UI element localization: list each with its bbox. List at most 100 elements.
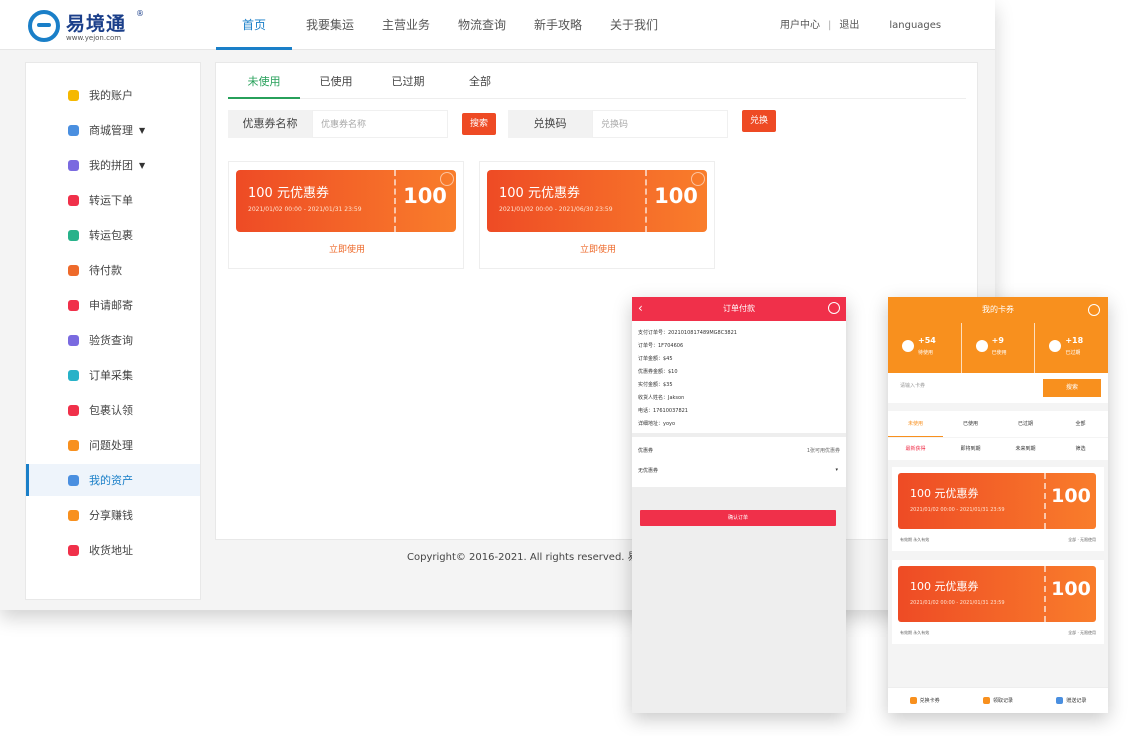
subtab-expiring[interactable]: 即将到期 bbox=[943, 438, 998, 460]
coupon-select[interactable]: 无优惠券 bbox=[638, 467, 838, 474]
sidebar-item-claim[interactable]: 包裹认领 bbox=[26, 394, 200, 426]
sidebar-item-label: 转运下单 bbox=[89, 194, 133, 207]
sidebar-item-shop[interactable]: 商城管理 ▼ bbox=[26, 114, 200, 146]
coupon-divider bbox=[645, 170, 647, 232]
coupon-name-input[interactable]: 优惠券名称 bbox=[312, 110, 448, 138]
bottom-label: 领取记录 bbox=[992, 698, 1013, 704]
coupon-divider bbox=[394, 170, 396, 232]
sidebar-item-issue[interactable]: 问题处理 bbox=[26, 429, 200, 461]
user-center-link[interactable]: 用户中心 bbox=[780, 0, 820, 50]
coupon-name-label: 优惠券名称 bbox=[228, 110, 312, 138]
tab-expired[interactable]: 已过期 bbox=[998, 411, 1053, 437]
stat-used[interactable]: +9 已使用 bbox=[960, 323, 1035, 373]
site-logo[interactable]: 易境通 ® www.yejon.com bbox=[28, 8, 148, 44]
redeem-code-input[interactable]: 兑换码 bbox=[592, 110, 728, 138]
tab-all[interactable]: 全部 bbox=[444, 63, 516, 99]
tab-expired[interactable]: 已过期 bbox=[372, 63, 444, 99]
card-search-input[interactable]: 请输入卡券 bbox=[900, 382, 925, 389]
use-now-link[interactable]: 立即使用 bbox=[480, 242, 716, 255]
composite-screenshot: 易境通 ® www.yejon.com 首页 我要集运 主营业务 物流查询 新手… bbox=[0, 0, 1130, 736]
nav-home[interactable]: 首页 bbox=[216, 0, 292, 50]
sidebar-item-label: 验货查询 bbox=[89, 334, 133, 347]
sidebar-item-inspect[interactable]: 验货查询 bbox=[26, 324, 200, 356]
coupon-ticket-left: 100 元优惠券 2021/01/02 00:00 - 2021/06/30 2… bbox=[487, 170, 645, 232]
logo-e-icon bbox=[28, 10, 60, 42]
order-info-row: 订单号：1F704606 bbox=[638, 343, 684, 349]
tab-unused[interactable]: 未使用 bbox=[888, 411, 943, 437]
nav-about[interactable]: 关于我们 bbox=[596, 0, 672, 50]
sidebar-item-order[interactable]: 转运下单 bbox=[26, 184, 200, 216]
sidebar-item-label: 我的账户 bbox=[89, 89, 133, 102]
sidebar-item-share[interactable]: 分享赚钱 bbox=[26, 499, 200, 531]
logout-link[interactable]: 退出 bbox=[839, 0, 859, 50]
sidebar-item-address[interactable]: 收货地址 bbox=[26, 534, 200, 566]
user-links: 用户中心 | 退出 languages bbox=[780, 0, 941, 50]
stat-value: +18 bbox=[1065, 336, 1084, 345]
languages-link[interactable]: languages bbox=[889, 0, 941, 50]
order-info-row: 优惠券金额：$10 bbox=[638, 369, 678, 375]
back-arrow-icon[interactable]: ‹ bbox=[638, 297, 643, 319]
coupon-title: 100 元优惠券 bbox=[248, 186, 329, 201]
link-separator: | bbox=[828, 20, 832, 31]
nav-consolidation[interactable]: 我要集运 bbox=[292, 0, 368, 50]
sidebar-item-group[interactable]: 我的拼团 ▼ bbox=[26, 149, 200, 181]
stat-pending[interactable]: +54 待使用 bbox=[888, 323, 961, 373]
coupon-ticket: 100 元优惠券 2021/01/02 00:00 - 2021/01/31 2… bbox=[898, 473, 1096, 529]
nav-tracking[interactable]: 物流查询 bbox=[444, 0, 520, 50]
order-info-row: 实付金额：$35 bbox=[638, 382, 673, 388]
tab-used[interactable]: 已使用 bbox=[943, 411, 998, 437]
sidebar-item-assets[interactable]: 我的资产 bbox=[26, 464, 200, 496]
tab-unused[interactable]: 未使用 bbox=[228, 63, 300, 99]
mobile-coupon-card: 100 元优惠券 2021/01/02 00:00 - 2021/01/31 2… bbox=[892, 467, 1104, 551]
use-now-link[interactable]: 立即使用 bbox=[229, 242, 465, 255]
sidebar-item-label: 待付款 bbox=[89, 264, 122, 277]
cards-stats: +54 待使用 +9 已使用 +18 已过期 bbox=[888, 323, 1108, 373]
user-icon[interactable] bbox=[1088, 304, 1100, 316]
stat-expired[interactable]: +18 已过期 bbox=[1034, 323, 1108, 373]
redeem-code-label: 兑换码 bbox=[508, 110, 592, 138]
card-search-button[interactable]: 搜索 bbox=[1043, 379, 1101, 397]
subtab-latest[interactable]: 最新获得 bbox=[888, 438, 943, 460]
mail-icon bbox=[68, 299, 79, 311]
tab-used[interactable]: 已使用 bbox=[300, 63, 372, 99]
copyright: Copyright© 2016-2021. All rights reserve… bbox=[407, 552, 648, 563]
confirm-order-button[interactable]: 确认订单 bbox=[640, 510, 836, 526]
tab-all[interactable]: 全部 bbox=[1053, 411, 1108, 437]
gift-records-tab[interactable]: 赠送记录 bbox=[1035, 688, 1108, 713]
stat-label: 已过期 bbox=[1065, 350, 1081, 356]
search-button[interactable]: 搜索 bbox=[462, 113, 496, 135]
coupon-card: 100 元优惠券 2021/01/02 00:00 - 2021/01/31 2… bbox=[228, 161, 464, 269]
order-icon bbox=[68, 194, 79, 206]
subtab-filter[interactable]: 筛选 bbox=[1053, 438, 1108, 460]
nav-guide[interactable]: 新手攻略 bbox=[520, 0, 596, 50]
order-info-row: 详细地址：yoyo bbox=[638, 421, 676, 427]
coupons-panel: 未使用 已使用 已过期 全部 优惠券名称 优惠券名称 搜索 兑换码 兑换码 兑换… bbox=[215, 62, 978, 540]
subtab-future[interactable]: 未来到期 bbox=[998, 438, 1053, 460]
chevron-down-icon: ▾ bbox=[835, 467, 838, 473]
sidebar-item-user[interactable]: 我的账户 bbox=[26, 79, 200, 111]
user-icon[interactable] bbox=[828, 302, 840, 314]
cards-title: 我的卡券 bbox=[982, 305, 1014, 314]
cards-header: 我的卡券 bbox=[888, 297, 1108, 323]
collect-icon bbox=[68, 369, 79, 381]
sidebar-item-mail[interactable]: 申请邮寄 bbox=[26, 289, 200, 321]
claim-records-tab[interactable]: 领取记录 bbox=[961, 688, 1034, 713]
sidebar-item-label: 订单采集 bbox=[89, 369, 133, 382]
bottom-label: 兑换卡券 bbox=[919, 698, 940, 704]
order-info: 支付订单号：2021010817489MG8C3821 订单号：1F704606… bbox=[632, 321, 846, 433]
cards-subtabs: 最新获得 即将到期 未来到期 筛选 bbox=[888, 438, 1108, 460]
redeem-cards-tab[interactable]: 兑换卡券 bbox=[888, 688, 961, 713]
sidebar-item-label: 收货地址 bbox=[89, 544, 133, 557]
sidebar-item-label: 申请邮寄 bbox=[89, 299, 133, 312]
coupon-value: 100 bbox=[654, 184, 698, 208]
coupon-title: 100 元优惠券 bbox=[910, 580, 979, 593]
sidebar-item-package[interactable]: 转运包裹 bbox=[26, 219, 200, 251]
coupon-divider bbox=[1044, 566, 1046, 622]
sidebar-item-label: 商城管理 bbox=[89, 124, 133, 137]
sidebar-item-payment[interactable]: 待付款 bbox=[26, 254, 200, 286]
sidebar-item-collect[interactable]: 订单采集 bbox=[26, 359, 200, 391]
cards-bottom-bar: 兑换卡券 领取记录 赠送记录 bbox=[888, 687, 1108, 713]
redeem-button[interactable]: 兑换 bbox=[742, 110, 776, 132]
smile-icon bbox=[1049, 340, 1062, 352]
nav-business[interactable]: 主营业务 bbox=[368, 0, 444, 50]
